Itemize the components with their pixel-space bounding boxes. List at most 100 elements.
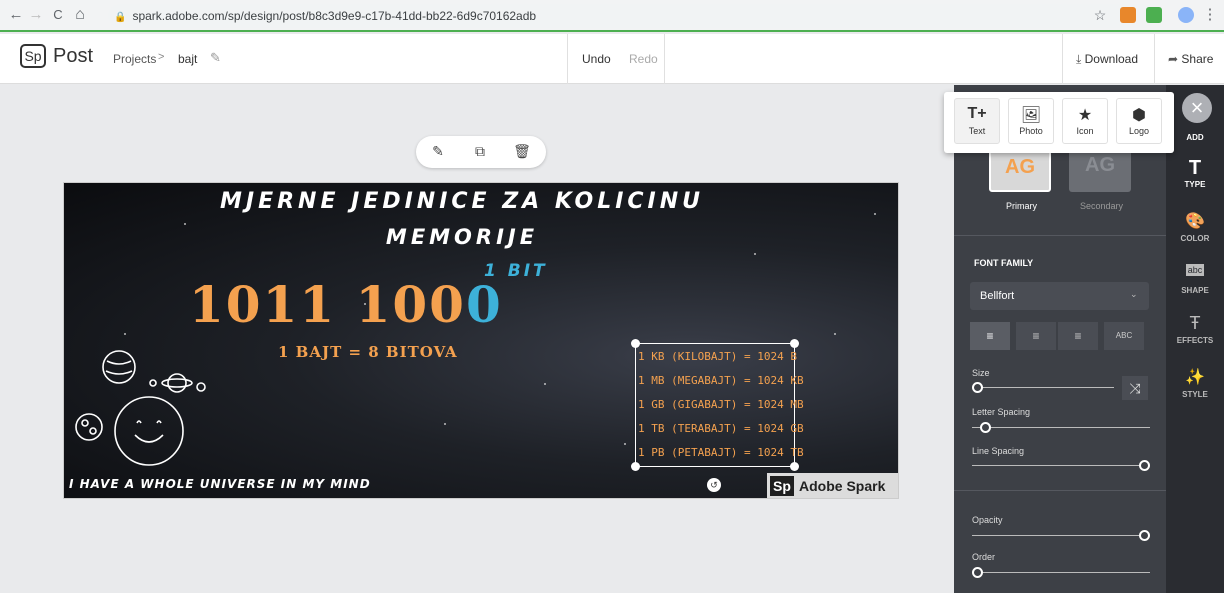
order-label: Order: [972, 552, 996, 562]
spark-logo[interactable]: Sp: [20, 44, 46, 68]
binary-highlight-bit: 0: [465, 275, 503, 334]
sidebar-style-label: STYLE: [1182, 390, 1208, 399]
header-divider: [1062, 34, 1063, 84]
resize-handle[interactable]: [790, 339, 799, 348]
adobe-spark-watermark[interactable]: Sp Adobe Spark: [767, 473, 898, 498]
add-text-button[interactable]: T+ Text: [954, 98, 1000, 144]
binary-prefix: 1011 100: [189, 275, 466, 334]
align-right-button[interactable]: ≡: [1058, 322, 1098, 350]
size-label: Size: [972, 368, 990, 378]
design-title-line2[interactable]: MEMORIJE: [64, 225, 880, 249]
resize-handle[interactable]: [790, 462, 799, 471]
sidebar-type[interactable]: T TYPE: [1166, 157, 1224, 189]
design-canvas[interactable]: MJERNE JEDINICE ZA KOLICINU MEMORIJE 1 B…: [63, 182, 899, 499]
add-logo-button[interactable]: ⬢ Logo: [1116, 98, 1162, 144]
sidebar-add[interactable]: ADD: [1166, 130, 1224, 142]
line-spacing-slider-knob[interactable]: [1139, 460, 1150, 471]
breadcrumb-projects[interactable]: Projects: [113, 52, 156, 66]
sidebar-add-label: ADD: [1186, 133, 1204, 142]
size-slider-track[interactable]: [978, 387, 1114, 388]
back-icon[interactable]: ←: [6, 5, 26, 25]
bookmark-star-icon[interactable]: ☆: [1090, 5, 1110, 25]
order-slider-knob[interactable]: [972, 567, 983, 578]
right-sidebar: ADD T TYPE 🎨 COLOR abc SHAPE Ŧ EFFECTS ✨ STYL…: [1166, 85, 1224, 593]
type-icon: T: [1188, 157, 1202, 179]
opacity-label: Opacity: [972, 515, 1003, 525]
sidebar-type-label: TYPE: [1184, 180, 1206, 189]
delete-icon[interactable]: 🗑: [512, 143, 532, 160]
extension-shield-icon[interactable]: [1146, 7, 1162, 23]
shape-icon-text: abc: [1185, 264, 1205, 276]
unit-line: 1 MB (MEGABAJT) = 1024 KB: [638, 374, 804, 387]
address-bar[interactable]: 🔒 spark.adobe.com/sp/design/post/b8c3d9e9…: [108, 4, 1156, 28]
sidebar-shape[interactable]: abc SHAPE: [1166, 263, 1224, 295]
design-title-line1[interactable]: MJERNE JEDINICE ZA KOLICINU: [64, 189, 880, 214]
line-spacing-label: Line Spacing: [972, 446, 1025, 456]
text-add-icon: T+: [967, 105, 987, 122]
selected-text-box[interactable]: 1 KB (KILOBAJT) = 1024 B 1 MB (MEGABAJT)…: [631, 339, 804, 471]
reload-icon[interactable]: C: [48, 5, 68, 25]
bajt-equation[interactable]: 1 BAJT = 8 BITOVA: [278, 343, 458, 361]
letter-spacing-label: Letter Spacing: [972, 407, 1031, 417]
unit-line: 1 TB (TERABAJT) = 1024 GB: [638, 422, 804, 435]
align-center-button[interactable]: ≡: [1016, 322, 1056, 350]
chevron-down-icon: ⌄: [1130, 289, 1138, 299]
add-text-label: Text: [968, 126, 986, 136]
rotate-handle-icon[interactable]: ↺: [707, 478, 721, 492]
font-family-label: FONT FAMILY: [974, 258, 1034, 268]
sidebar-color-label: COLOR: [1180, 234, 1210, 243]
home-icon[interactable]: ⌂: [70, 5, 90, 25]
profile-avatar[interactable]: [1178, 7, 1194, 23]
align-left-button[interactable]: ≡: [970, 322, 1010, 350]
sidebar-color[interactable]: 🎨 COLOR: [1166, 211, 1224, 243]
add-icon-label: Icon: [1076, 126, 1094, 136]
close-icon[interactable]: ×: [1182, 93, 1212, 123]
resize-handle[interactable]: [631, 462, 640, 471]
design-footer-text[interactable]: I HAVE A WHOLE UNIVERSE IN MY MIND: [69, 477, 371, 491]
project-name[interactable]: bajt: [178, 52, 197, 66]
panel-divider: [954, 490, 1166, 491]
opacity-slider-track[interactable]: [972, 535, 1142, 536]
panel-divider: [954, 235, 1166, 236]
breadcrumb-chevron-icon: >: [158, 51, 165, 63]
opacity-slider-knob[interactable]: [1139, 530, 1150, 541]
download-icon: ⤓: [1076, 52, 1085, 66]
add-photo-label: Photo: [1019, 126, 1043, 136]
share-button[interactable]: ➦ Share: [1168, 52, 1213, 66]
font-family-select[interactable]: Bellfort ⌄: [970, 282, 1149, 310]
sidebar-style[interactable]: ✨ STYLE: [1166, 367, 1224, 399]
effects-icon: Ŧ: [1189, 313, 1201, 333]
add-icon-button[interactable]: ★ Icon: [1062, 98, 1108, 144]
share-icon: ➦: [1168, 52, 1182, 66]
header-divider: [1154, 34, 1155, 84]
lock-icon: 🔒: [114, 12, 127, 23]
browser-bar: ← → C ⌂ 🔒 spark.adobe.com/sp/design/post/…: [0, 0, 1224, 32]
browser-menu-icon[interactable]: ⋮: [1200, 5, 1220, 25]
letter-spacing-slider-knob[interactable]: [980, 422, 991, 433]
binary-number[interactable]: 1011 1000: [189, 275, 503, 334]
download-button[interactable]: ⤓ Download: [1076, 52, 1138, 67]
rename-pencil-icon[interactable]: ✎: [210, 50, 221, 66]
magic-wand-icon: ✨: [1185, 369, 1205, 386]
size-slider-knob[interactable]: [972, 382, 983, 393]
letter-spacing-slider-track[interactable]: [972, 427, 1150, 428]
line-spacing-slider-track[interactable]: [972, 465, 1142, 466]
add-logo-label: Logo: [1128, 126, 1150, 136]
sidebar-effects[interactable]: Ŧ EFFECTS: [1166, 313, 1224, 345]
secondary-label: Secondary: [1080, 201, 1124, 211]
planets-illustration[interactable]: [69, 343, 219, 473]
shuffle-icon[interactable]: ⤨: [1122, 376, 1148, 400]
app-header: Sp Post Projects > bajt ✎ Undo Redo ⤓ Do…: [0, 34, 1224, 84]
download-label: Download: [1084, 52, 1139, 66]
duplicate-icon[interactable]: ⧉: [470, 143, 490, 160]
forward-icon[interactable]: →: [26, 5, 46, 25]
undo-button[interactable]: Undo: [582, 52, 611, 66]
edit-pencil-icon[interactable]: ✎: [428, 143, 448, 160]
all-caps-button[interactable]: ABC: [1104, 322, 1144, 350]
redo-button[interactable]: Redo: [629, 52, 658, 66]
extension-icon[interactable]: [1120, 7, 1136, 23]
font-family-value: Bellfort: [980, 290, 1015, 302]
order-slider-track[interactable]: [978, 572, 1150, 573]
add-photo-button[interactable]: 🖼 Photo: [1008, 98, 1054, 144]
resize-handle[interactable]: [631, 339, 640, 348]
